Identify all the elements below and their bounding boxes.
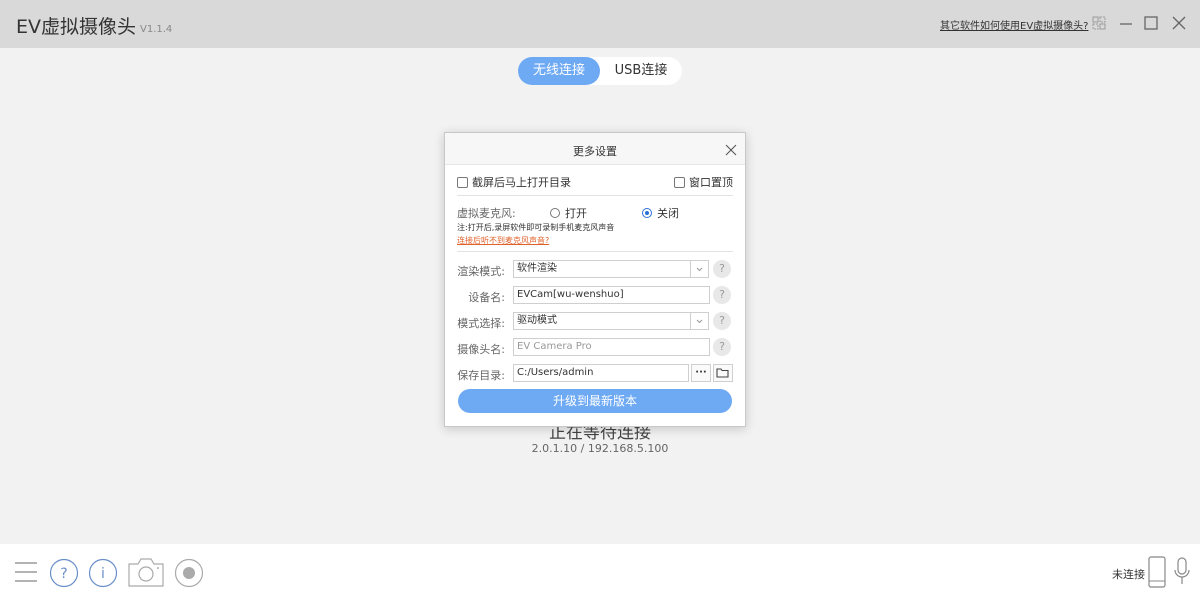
mode-help-icon[interactable]: ? xyxy=(713,312,731,330)
camera-name-input[interactable]: EV Camera Pro xyxy=(513,338,710,356)
title-bar: EV虚拟摄像头 V1.1.4 其它软件如何使用EV虚拟摄像头? xyxy=(0,0,1200,48)
microphone-icon xyxy=(1173,556,1191,592)
upgrade-button[interactable]: 升级到最新版本 xyxy=(458,389,732,413)
chevron-down-icon[interactable] xyxy=(690,260,709,278)
on-top-checkbox[interactable]: 窗口置顶 xyxy=(674,174,733,190)
mic-label: 虚拟麦克风: xyxy=(457,207,516,220)
app-version: V1.1.4 xyxy=(140,24,173,35)
render-mode-select[interactable]: 软件渲染 xyxy=(513,260,691,278)
app-title: EV虚拟摄像头 xyxy=(16,16,137,38)
save-dir-label: 保存目录: xyxy=(457,369,505,382)
divider xyxy=(457,195,733,196)
help-icon[interactable]: ? xyxy=(49,558,79,592)
pin-icon[interactable] xyxy=(1090,14,1108,32)
mode-select-label: 模式选择: xyxy=(457,317,505,330)
folder-icon[interactable] xyxy=(713,364,733,382)
camera-icon[interactable] xyxy=(127,556,165,592)
phone-icon xyxy=(1147,556,1167,592)
mic-on-label: 打开 xyxy=(565,207,587,220)
dialog-header: 更多设置 xyxy=(445,133,745,165)
chevron-down-icon[interactable] xyxy=(690,312,709,330)
radio-dot-selected xyxy=(642,208,652,218)
menu-icon[interactable] xyxy=(14,558,38,590)
record-icon[interactable] xyxy=(174,558,204,592)
dialog-close-icon[interactable] xyxy=(724,142,738,156)
save-dir-input[interactable]: C:/Users/admin xyxy=(513,364,689,382)
dialog-title: 更多设置 xyxy=(573,145,617,158)
maximize-icon[interactable] xyxy=(1142,14,1160,32)
mic-off-label: 关闭 xyxy=(657,207,679,220)
open-dir-label: 截屏后马上打开目录 xyxy=(472,176,571,189)
connection-tabs: 无线连接 USB连接 xyxy=(518,57,682,85)
open-dir-checkbox[interactable]: 截屏后马上打开目录 xyxy=(457,174,571,190)
camera-help-icon[interactable]: ? xyxy=(713,338,731,356)
checkbox-box xyxy=(457,176,468,188)
svg-text:?: ? xyxy=(60,566,67,582)
mic-off-radio[interactable]: 关闭 xyxy=(642,205,679,221)
divider xyxy=(457,251,733,252)
help-link[interactable]: 其它软件如何使用EV虚拟摄像头? xyxy=(940,17,1088,32)
mic-note: 注:打开后,录屏软件即可录制手机麦克风声音 xyxy=(457,223,615,232)
bottom-bar: ? i xyxy=(0,544,1200,600)
browse-button[interactable]: ··· xyxy=(691,364,711,382)
info-icon[interactable]: i xyxy=(88,558,118,592)
device-name-input[interactable]: EVCam[wu-wenshuo] xyxy=(513,286,710,304)
checkbox-box xyxy=(674,176,685,188)
minimize-icon[interactable] xyxy=(1117,14,1135,32)
status-address: 2.0.1.10 / 192.168.5.100 xyxy=(531,442,669,455)
mic-help-link[interactable]: 连接后听不到麦克风声音? xyxy=(457,235,549,246)
camera-name-label: 摄像头名: xyxy=(457,343,505,356)
svg-text:i: i xyxy=(101,566,105,582)
settings-dialog: 更多设置 截屏后马上打开目录 窗口置顶 虚拟麦克风: 打开 关闭 注:打开后,录… xyxy=(444,132,746,427)
render-help-icon[interactable]: ? xyxy=(713,260,731,278)
connection-status: 未连接 xyxy=(1112,568,1145,581)
device-name-label: 设备名: xyxy=(468,291,505,304)
tab-wireless[interactable]: 无线连接 xyxy=(518,57,600,85)
device-help-icon[interactable]: ? xyxy=(713,286,731,304)
radio-dot xyxy=(550,208,560,218)
mode-select[interactable]: 驱动模式 xyxy=(513,312,691,330)
render-mode-label: 渲染模式: xyxy=(457,265,505,278)
tab-usb[interactable]: USB连接 xyxy=(600,57,682,85)
mic-on-radio[interactable]: 打开 xyxy=(550,205,587,221)
close-icon[interactable] xyxy=(1170,14,1188,32)
on-top-label: 窗口置顶 xyxy=(689,176,733,189)
